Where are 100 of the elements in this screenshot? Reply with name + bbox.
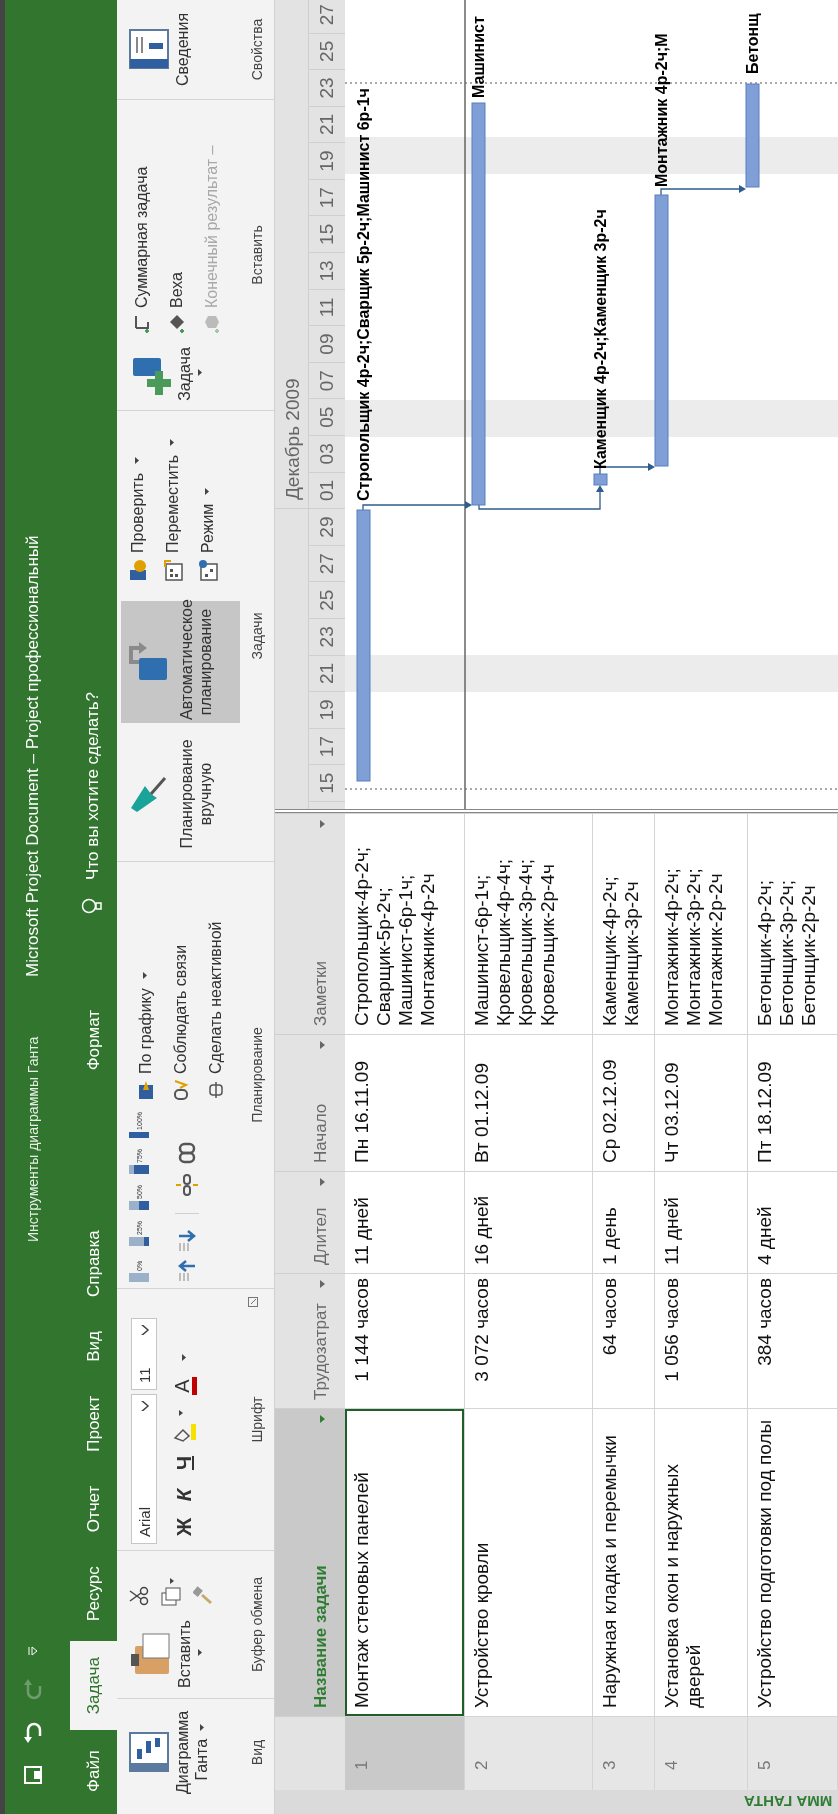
table-cell[interactable]: Ср 02.12.09 bbox=[593, 1034, 655, 1171]
column-header[interactable]: Длител bbox=[275, 1171, 345, 1273]
scissors-icon[interactable] bbox=[129, 1586, 149, 1607]
column-header[interactable]: Трудозатрат bbox=[275, 1273, 345, 1408]
caret-icon bbox=[320, 1280, 326, 1288]
table-cell[interactable]: Монтаж стеновых панелей bbox=[345, 1408, 465, 1716]
table-cell[interactable]: Вт 01.12.09 bbox=[465, 1034, 593, 1171]
table-cell[interactable]: 3 072 часов bbox=[465, 1273, 593, 1408]
timescale-day: 15 bbox=[309, 764, 345, 801]
summary-task-button[interactable]: Суммарная задача bbox=[129, 145, 154, 334]
timescale-day: 17 bbox=[309, 727, 345, 765]
inactive-icon bbox=[206, 1080, 225, 1100]
schedule-mode-button[interactable]: Планирование вручную bbox=[121, 733, 240, 855]
gantt-chart-icon bbox=[129, 1732, 169, 1773]
table-cell[interactable]: 1 день bbox=[593, 1171, 655, 1273]
table-cell[interactable]: 16 дней bbox=[465, 1171, 593, 1273]
inspect-icon bbox=[127, 559, 148, 581]
table-cell[interactable]: Чт 03.12.09 bbox=[655, 1034, 748, 1171]
view-bar[interactable]: ММА ГАНТА bbox=[275, 1790, 838, 1814]
information-button[interactable]: Сведения bbox=[125, 8, 240, 91]
table-cell[interactable]: 4 дней bbox=[748, 1171, 838, 1273]
clipboard-icon bbox=[129, 1632, 171, 1677]
copy-icon[interactable] bbox=[161, 1578, 181, 1607]
underline-button[interactable]: Ч bbox=[172, 1452, 196, 1474]
timescale-day: 25 bbox=[309, 32, 345, 70]
row-number[interactable]: 5 bbox=[748, 1716, 838, 1790]
column-header[interactable]: Начало bbox=[275, 1034, 345, 1171]
brush-icon[interactable] bbox=[193, 1586, 213, 1607]
outdent-icon[interactable] bbox=[177, 1260, 197, 1282]
on-schedule-button[interactable]: По графику bbox=[133, 921, 158, 1100]
table-cell[interactable]: 384 часов bbox=[748, 1273, 838, 1408]
table-cell[interactable]: Пн 16.11.09 bbox=[345, 1034, 465, 1171]
caret-icon bbox=[181, 1354, 187, 1361]
paste-button[interactable]: Вставить bbox=[125, 1616, 240, 1692]
undo-icon[interactable] bbox=[23, 1722, 42, 1744]
customize-icon[interactable] bbox=[27, 1646, 38, 1656]
view-label: ММА ГАНТА bbox=[743, 1793, 832, 1811]
table-cell[interactable]: Устройство подготовки под полы bbox=[748, 1408, 838, 1716]
cube-icon bbox=[202, 314, 221, 334]
inactivate-button[interactable]: Сделать неактивной bbox=[203, 921, 228, 1100]
calendar-icon bbox=[197, 559, 218, 581]
italic-button[interactable]: К bbox=[172, 1484, 196, 1506]
lightbulb-icon[interactable] bbox=[81, 897, 103, 914]
gantt-chart-button[interactable]: Диаграмма Ганта bbox=[125, 1700, 240, 1805]
table-cell[interactable]: 1 056 часов bbox=[655, 1273, 748, 1408]
bold-button[interactable]: Ж bbox=[172, 1516, 196, 1538]
table-cell[interactable]: Наружная кладка и перемычки bbox=[593, 1408, 655, 1716]
timescale-day: 03 bbox=[309, 435, 345, 472]
information-icon bbox=[129, 29, 169, 70]
font-size-field[interactable]: 11 bbox=[131, 1318, 157, 1390]
insert-task-button[interactable]: Задача bbox=[125, 344, 240, 404]
search-field[interactable]: Что вы хотите сделать? bbox=[83, 692, 103, 880]
unlink-icon[interactable] bbox=[176, 1173, 198, 1197]
mode-button[interactable]: Режим bbox=[195, 438, 220, 581]
column-header[interactable]: Заметки bbox=[275, 813, 345, 1034]
caret-icon bbox=[198, 1649, 203, 1657]
table-cell[interactable]: Установка окон и наружных дверей bbox=[655, 1408, 748, 1716]
caret-icon bbox=[320, 1415, 326, 1423]
timescale-day: 11 bbox=[309, 288, 345, 326]
timescale-day: 13 bbox=[309, 252, 345, 289]
respect-links-button[interactable]: Соблюдать связи bbox=[168, 921, 193, 1100]
ribbon-tab[interactable]: Формат bbox=[70, 989, 117, 1091]
window-title: Microsoft Project Document – Project профессиональный bbox=[22, 535, 43, 977]
bar-label: Стропольщик 4р-2ч;Сварщик 5р-2ч;Машинист 6р-1ч bbox=[355, 88, 372, 501]
group-label: Свойства bbox=[248, 18, 266, 81]
table-cell[interactable]: 11 дней bbox=[655, 1171, 748, 1273]
table-cell[interactable]: 11 дней bbox=[345, 1171, 465, 1273]
inspect-button[interactable]: Проверить bbox=[125, 438, 150, 581]
indent-icon[interactable] bbox=[177, 1230, 197, 1252]
bar-label: Машинист bbox=[470, 16, 487, 98]
timescale-day: 17 bbox=[309, 178, 345, 216]
row-number[interactable]: 4 bbox=[655, 1716, 748, 1790]
ribbon-tab[interactable]: Задача bbox=[70, 1641, 117, 1731]
move-button[interactable]: Переместить bbox=[160, 438, 185, 581]
milestone-button[interactable]: Веха bbox=[164, 145, 189, 334]
bar-label: Бетонщ bbox=[744, 13, 761, 74]
launcher-icon[interactable] bbox=[248, 1297, 258, 1307]
font-name-field[interactable]: Arial bbox=[131, 1394, 157, 1544]
ribbon-tab[interactable]: Ресурс bbox=[70, 1552, 117, 1636]
ribbon-tab[interactable]: Справка bbox=[70, 1216, 117, 1312]
table-cell[interactable]: Устройство кровли bbox=[465, 1408, 593, 1716]
ribbon-tab[interactable]: Вид bbox=[70, 1317, 117, 1376]
highlighter-icon[interactable] bbox=[171, 1408, 197, 1442]
font-color-button[interactable]: A bbox=[171, 1374, 197, 1398]
save-icon[interactable] bbox=[23, 1766, 42, 1784]
table-cell[interactable]: Пт 18.12.09 bbox=[748, 1034, 838, 1171]
ribbon-tab[interactable]: Отчет bbox=[70, 1471, 117, 1547]
timescale-day: 27 bbox=[309, 544, 345, 582]
bar-label: Каменщик 4р-2ч;Каменщик 3р-2ч bbox=[592, 209, 609, 469]
link-icon[interactable] bbox=[176, 1141, 198, 1165]
caret-icon bbox=[320, 1041, 326, 1049]
row-number[interactable]: 3 bbox=[593, 1716, 655, 1790]
ribbon-tab[interactable]: Файл bbox=[70, 1736, 117, 1806]
caret-icon bbox=[198, 369, 203, 376]
table-cell[interactable]: 64 часов bbox=[593, 1273, 655, 1408]
group-label: Задачи bbox=[248, 612, 266, 660]
row-number[interactable]: 2 bbox=[465, 1716, 593, 1790]
schedule-mode-button[interactable]: Автоматическое планирование bbox=[121, 601, 240, 723]
table-cell[interactable]: 1 144 часов bbox=[345, 1273, 465, 1408]
ribbon-tab[interactable]: Проект bbox=[70, 1381, 117, 1466]
